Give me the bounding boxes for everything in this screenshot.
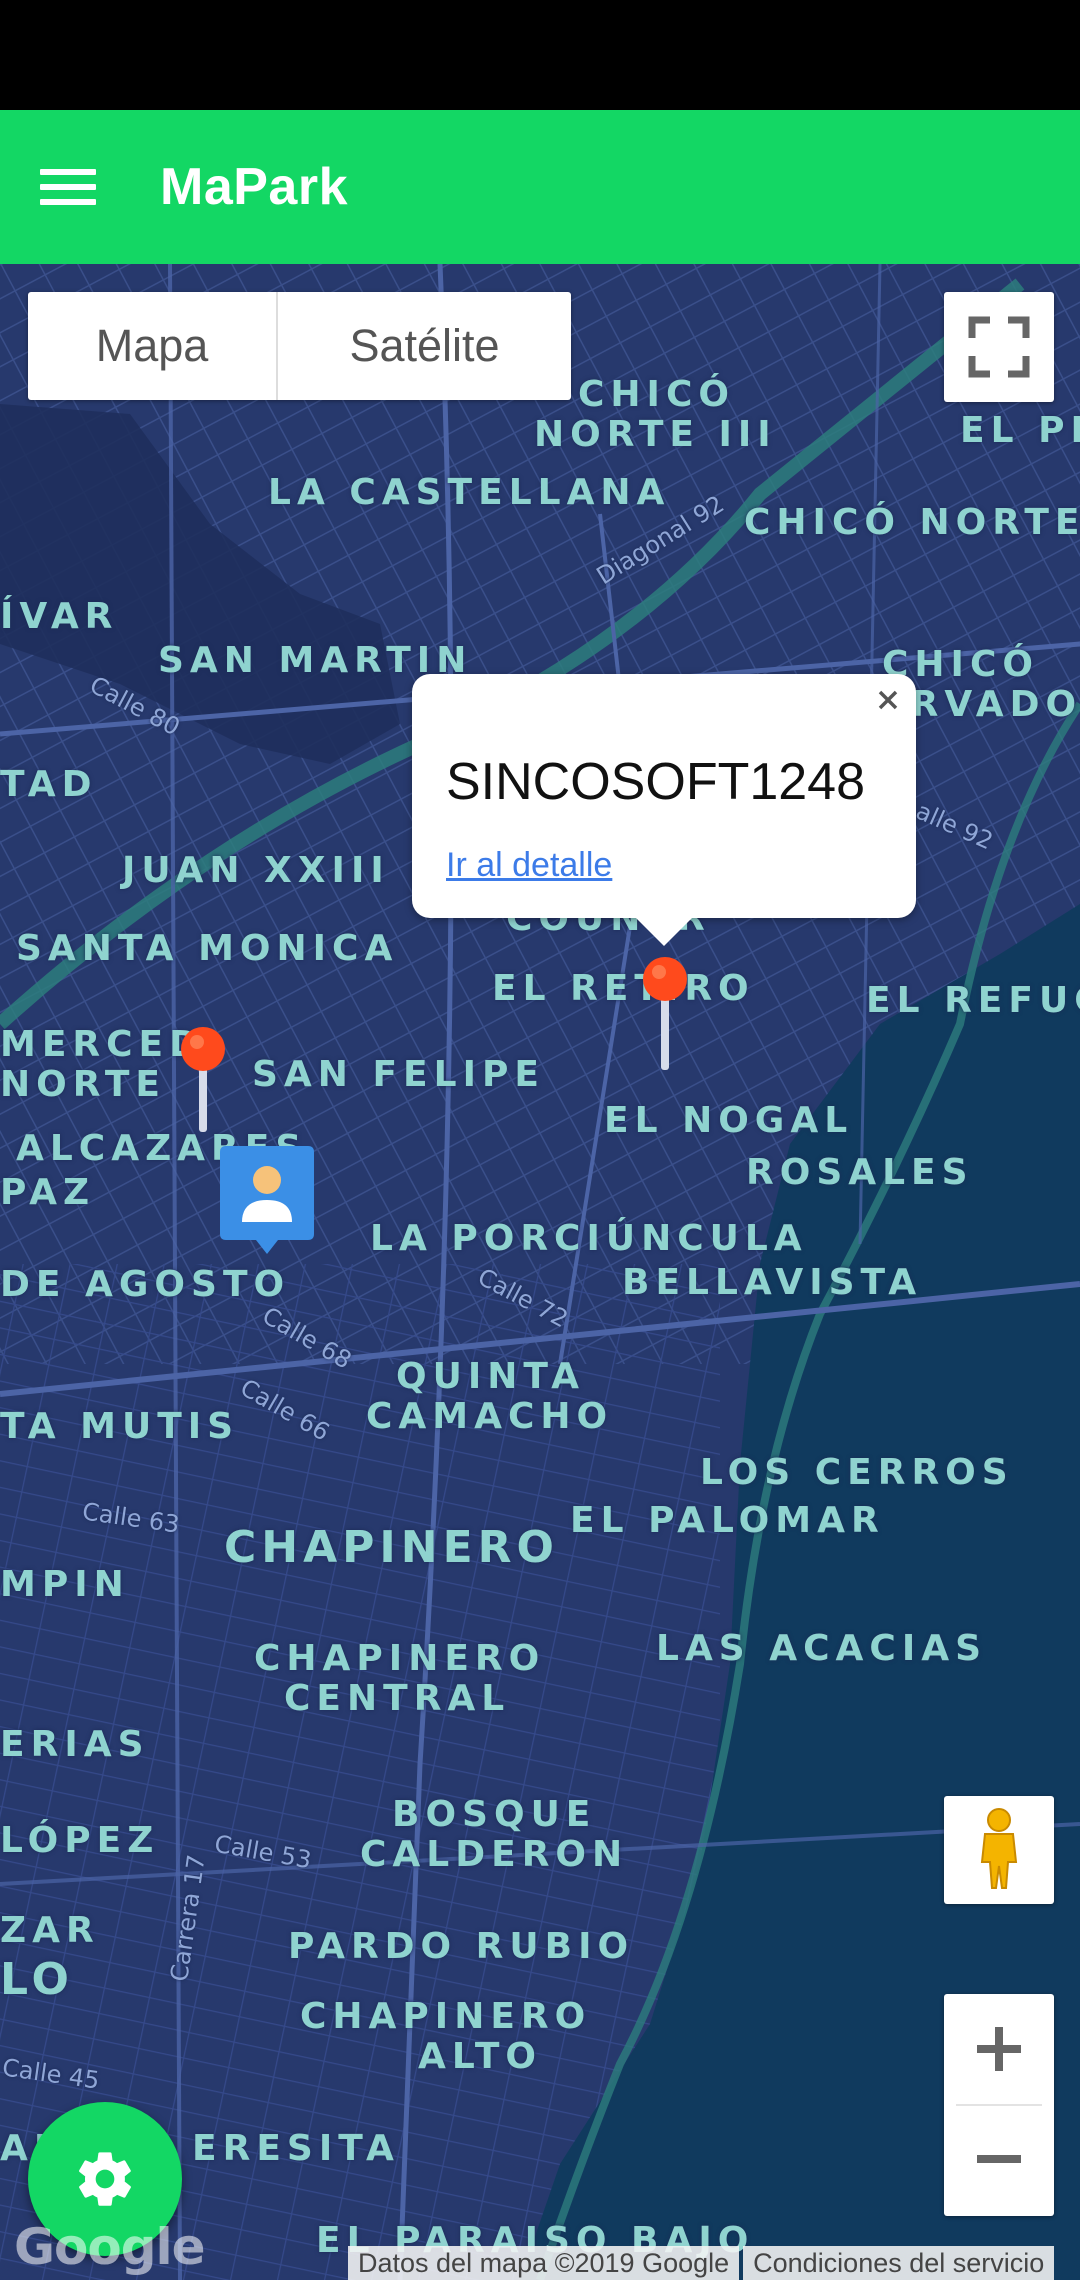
pegman-icon (980, 1808, 1018, 1889)
info-window: SINCOSOFT1248 Ir al detalle (412, 674, 916, 946)
pin-icon (643, 957, 687, 1070)
map-label: EL PALOMAR (570, 1500, 885, 1541)
map-label: MERCED (0, 1024, 206, 1065)
map-label: DE AGOSTO (0, 1264, 291, 1305)
map-label: NORTE (0, 1064, 166, 1105)
map-label: CHAPINERO (224, 1522, 559, 1573)
gear-icon (79, 2152, 131, 2206)
map-label: CHAPINERO (254, 1638, 546, 1679)
divider (956, 2104, 1042, 2106)
user-location-marker[interactable] (220, 1146, 314, 1256)
minus-icon (977, 2155, 1021, 2163)
plus-icon (977, 2027, 1021, 2071)
zoom-control (944, 1994, 1054, 2216)
map-label: LO (0, 1954, 74, 2005)
map-label: ALTO (418, 2036, 543, 2077)
map-label: ERESITA (192, 2128, 400, 2169)
info-window-title: SINCOSOFT1248 (446, 753, 866, 811)
map-label: CHICÓ NORTE (744, 502, 1080, 543)
map-type-satellite-button[interactable]: Satélite (276, 292, 571, 400)
map-label: MPIN (0, 1564, 130, 1605)
map-label: CAMACHO (366, 1396, 614, 1437)
close-icon[interactable] (866, 678, 910, 722)
detail-link[interactable]: Ir al detalle (446, 846, 612, 885)
map-label: CENTRAL (284, 1678, 511, 1719)
map-label: LA PORCIÚNCULA (370, 1218, 808, 1259)
map-type-toggle: Mapa Satélite (28, 292, 571, 400)
parking-marker[interactable] (640, 954, 690, 1074)
map-view[interactable]: CHICÓ NORTE III EL PE LA CASTELLANA CHIC… (0, 264, 1080, 2280)
map-label: ZAR (0, 1910, 100, 1951)
app-bar: MaPark (0, 110, 1080, 264)
street-view-button[interactable] (944, 1796, 1054, 1904)
map-label: PARDO RUBIO (288, 1926, 635, 1967)
map-label: ÍVAR (0, 596, 119, 637)
map-label: CHICÓ (578, 374, 735, 415)
app-title: MaPark (160, 158, 348, 216)
map-label: EL NOGAL (604, 1100, 854, 1141)
map-label: CALDERON (360, 1834, 629, 1875)
map-label: CHAPINERO (300, 1996, 592, 2037)
map-label: SANTA MONICA (16, 928, 399, 969)
map-label: LA CASTELLANA (268, 472, 671, 513)
fullscreen-button[interactable] (944, 292, 1054, 402)
map-label: ERIAS (0, 1724, 150, 1765)
map-label: BELLAVISTA (622, 1262, 923, 1303)
map-label: LÓPEZ (0, 1820, 160, 1861)
map-label: PAZ (0, 1172, 96, 1213)
map-label: EL PE (960, 410, 1080, 451)
map-label: BOSQUE (392, 1794, 597, 1835)
map-label: TAD (0, 764, 98, 805)
map-label: TA MUTIS (0, 1406, 240, 1447)
person-icon (220, 1146, 314, 1254)
map-label: JUAN XXIII (122, 850, 390, 891)
map-label: LOS CERROS (700, 1452, 1014, 1493)
map-data-credit[interactable]: Datos del mapa ©2019 Google (348, 2246, 740, 2280)
status-bar (0, 0, 1080, 110)
map-label: SAN FELIPE (252, 1054, 545, 1095)
map-label: NORTE III (534, 414, 777, 455)
pin-icon (181, 1027, 225, 1132)
map-label: EL RETIRO (492, 968, 755, 1009)
menu-icon[interactable] (40, 167, 96, 207)
google-logo: Google (14, 2218, 206, 2276)
terms-link[interactable]: Condiciones del servicio (743, 2246, 1055, 2280)
map-label: QUINTA (396, 1356, 585, 1397)
parking-marker[interactable] (178, 1024, 228, 1144)
map-label: EL REFUG (866, 980, 1080, 1021)
map-label: ROSALES (746, 1152, 974, 1193)
zoom-in-button[interactable] (944, 1994, 1054, 2104)
zoom-out-button[interactable] (944, 2104, 1054, 2214)
map-label: LAS ACACIAS (656, 1628, 988, 1669)
map-type-map-button[interactable]: Mapa (28, 292, 276, 400)
map-attribution: Datos del mapa ©2019 Google Condiciones … (348, 2246, 1055, 2280)
fullscreen-icon (968, 316, 1030, 378)
